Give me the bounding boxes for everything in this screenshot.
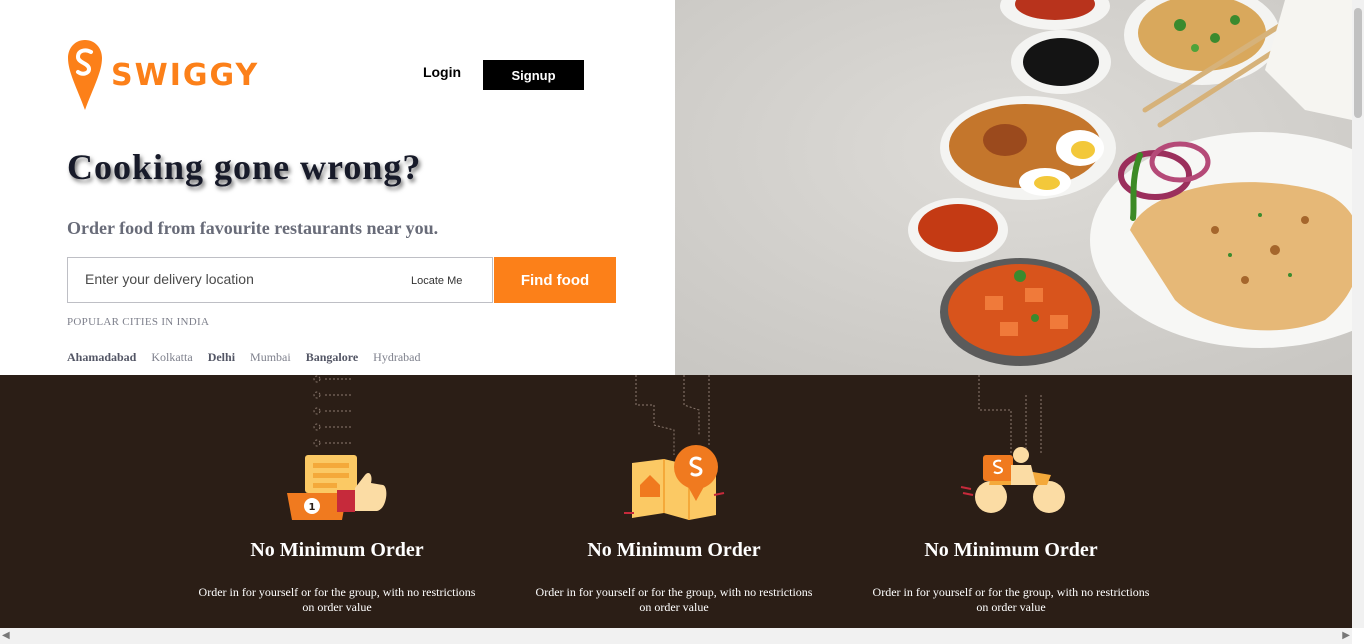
city-link[interactable]: Hydrabad [373, 350, 420, 365]
map-location-pin-icon [624, 375, 725, 520]
city-link[interactable]: Ahamadabad [67, 350, 136, 365]
food-illustration [675, 0, 1352, 375]
popular-cities-heading: POPULAR CITIES IN INDIA [67, 316, 210, 328]
scroll-left-arrow-icon[interactable]: ◀ [2, 630, 10, 641]
horizontal-scrollbar[interactable]: ◀ ▶ [0, 628, 1352, 644]
feature-description: Order in for yourself or for the group, … [198, 585, 476, 614]
locate-me-button[interactable]: Locate Me [411, 275, 462, 287]
feature-description: Order in for yourself or for the group, … [535, 585, 813, 614]
feature-card: No Minimum Order Order in for yourself o… [524, 375, 824, 628]
vertical-scrollbar[interactable] [1352, 0, 1364, 628]
feature-title: No Minimum Order [587, 539, 761, 561]
city-link[interactable]: Kolkatta [151, 350, 192, 365]
svg-text:1: 1 [309, 502, 316, 513]
popular-cities-list: Ahamadabad Kolkatta Delhi Mumbai Bangalo… [67, 350, 420, 365]
scroll-right-arrow-icon[interactable]: ▶ [1342, 630, 1350, 641]
delivery-scooter-icon [960, 375, 1065, 513]
feature-description: Order in for yourself or for the group, … [872, 585, 1150, 614]
hero-subtitle: Order food from favourite restaurants ne… [67, 218, 439, 238]
find-food-button[interactable]: Find food [494, 257, 616, 303]
city-link[interactable]: Delhi [208, 350, 235, 365]
login-link[interactable]: Login [410, 64, 474, 80]
food-platter-image [675, 0, 1352, 375]
feature-title: No Minimum Order [250, 539, 424, 561]
order-thumbs-up-icon: 1 [287, 375, 387, 520]
signup-button[interactable]: Signup [483, 60, 584, 90]
delivery-location-input[interactable] [83, 270, 387, 288]
delivery-location-box: Locate Me [67, 257, 493, 303]
feature-card: 1 No Minimum Order Order in for yourself… [187, 375, 487, 628]
scrollbar-thumb[interactable] [1354, 8, 1362, 118]
hero-left-panel: SWIGGY Login Signup Cooking gone wrong? … [0, 0, 675, 375]
brand-name: SWIGGY [111, 57, 260, 93]
feature-card: No Minimum Order Order in for yourself o… [861, 375, 1161, 628]
feature-title: No Minimum Order [924, 539, 1098, 561]
page-headline: Cooking gone wrong? [67, 147, 422, 187]
brand-logo[interactable]: SWIGGY [67, 38, 259, 112]
features-section: 1 No Minimum Order Order in for yourself… [0, 375, 1352, 628]
swiggy-logo-icon [68, 40, 102, 110]
hero-section: SWIGGY Login Signup Cooking gone wrong? … [0, 0, 1364, 375]
city-link[interactable]: Bangalore [306, 350, 358, 365]
city-link[interactable]: Mumbai [250, 350, 291, 365]
